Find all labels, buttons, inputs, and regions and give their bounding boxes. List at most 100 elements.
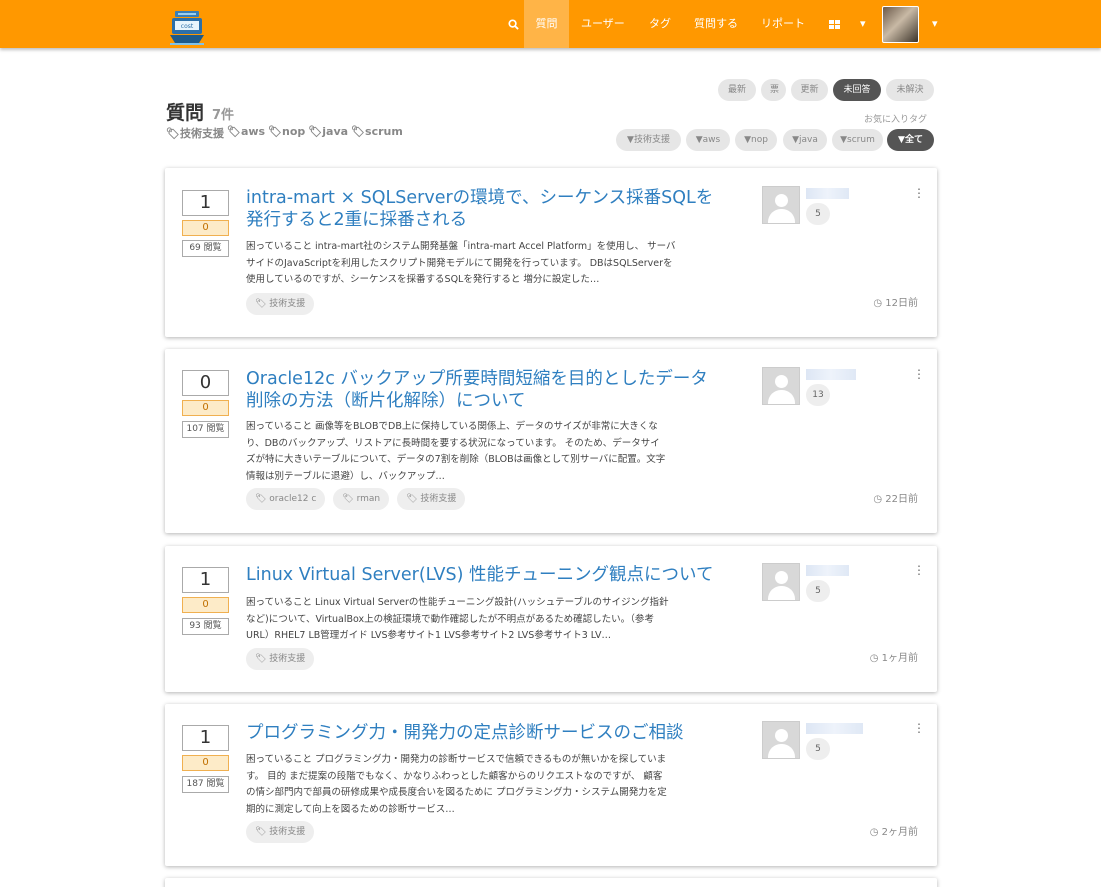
clock-icon: ◷ [869,827,882,838]
user-name-redacted[interactable] [806,723,863,734]
fav-tag[interactable]: 🏷技術支援 [166,125,224,141]
filter-icon: ▼ [744,135,751,145]
filter-icon: ▼ [898,135,905,145]
vote-count: 1 [182,190,229,216]
top-navbar: cost 質問 ユーザー タグ 質問する リポート ▾ ▾ [0,0,1101,48]
tag-chip[interactable]: 🏷 技術支援 [246,648,315,670]
filter-icon: ▼ [695,135,703,145]
clock-icon: ◷ [869,653,882,664]
favorite-tags: 🏷技術支援 🏷aws 🏷nop 🏷java 🏷scrum [166,125,403,141]
answer-count: 0 [182,220,229,236]
user-avatar[interactable] [882,6,919,43]
tag-icon: 🏷 [351,125,366,138]
posted-time: ◷ 1ヶ月前 [869,653,918,664]
tag-icon: 🏷 [255,827,270,837]
question-card: 1 0 187 閲覧 プログラミング力・開発力の定点診断サービスのご相談 困って… [165,704,937,866]
sort-votes[interactable]: 票 [761,79,786,101]
filter-icon: ▼ [840,135,848,145]
more-vertical-icon[interactable]: ⋮ [913,722,925,734]
nav-tags[interactable]: タグ [638,0,682,48]
tag-chip[interactable]: 🏷 技術支援 [246,293,315,315]
filter-pill[interactable]: ▼java [783,129,827,151]
user-placeholder-icon[interactable] [762,186,800,224]
user-reputation: 5 [806,203,830,225]
filter-pill-all[interactable]: ▼全て [887,129,934,151]
boat-logo-icon[interactable]: cost [168,9,206,45]
posted-time: ◷ 2ヶ月前 [869,827,918,838]
filter-pill[interactable]: ▼技術支援 [616,129,681,151]
question-title[interactable]: Oracle12c バックアップ所要時間短縮を目的としたデータ 削除の方法（断片… [246,368,746,412]
tag-icon: 🏷 [255,654,270,664]
question-excerpt: 困っていること プログラミング力・開発力の診断サービスで信頼できるものが無いかを… [246,754,667,815]
filter-icon: ▼ [792,135,800,145]
answer-count: 0 [182,597,229,613]
tag-icon: 🏷 [342,494,357,504]
nav-users[interactable]: ユーザー [570,0,636,48]
fav-tag[interactable]: 🏷scrum [351,125,403,141]
more-vertical-icon[interactable]: ⋮ [913,368,925,380]
user-reputation: 5 [806,738,830,760]
answer-count: 0 [182,755,229,771]
tag-list: 🏷 技術支援 [246,821,315,843]
sort-newest[interactable]: 最新 [718,79,756,101]
question-card: 1 0 93 閲覧 Linux Virtual Server(LVS) 性能チュ… [165,546,937,692]
view-count: 93 閲覧 [182,618,229,635]
page-title: 質問 [166,102,205,124]
nav-ask-question[interactable]: 質問する [683,0,749,48]
chevron-down-icon[interactable]: ▾ [921,0,943,48]
tag-list: 🏷 oracle12 c 🏷 rman 🏷 技術支援 [246,488,466,510]
tag-list: 🏷 技術支援 [246,293,315,315]
question-title[interactable]: Linux Virtual Server(LVS) 性能チューニング観点について [246,564,746,586]
svg-text:cost: cost [181,23,194,30]
chevron-down-icon[interactable]: ▾ [849,0,875,48]
tag-icon: 🏷 [268,125,283,138]
grid-icon[interactable] [818,0,848,48]
filter-pill[interactable]: ▼scrum [832,129,883,151]
question-excerpt: 困っていること intra-mart社のシステム開発基盤「intra-mart … [246,241,676,285]
clock-icon: ◷ [873,494,886,505]
question-count: 7件 [212,108,235,123]
sort-updated[interactable]: 更新 [791,79,828,101]
nav-report[interactable]: リポート [750,0,816,48]
filter-pill[interactable]: ▼nop [735,129,777,151]
more-vertical-icon[interactable]: ⋮ [913,187,925,199]
posted-time: ◷ 12日前 [873,298,918,309]
question-title[interactable]: intra-mart × SQLServerの環境で、シーケンス採番SQLを 発… [246,187,746,231]
user-reputation: 13 [806,384,830,406]
tag-chip[interactable]: 🏷 rman [333,488,390,510]
nav-questions[interactable]: 質問 [524,0,569,48]
user-name-redacted[interactable] [806,369,856,380]
fav-tag[interactable]: 🏷nop [268,125,305,141]
user-placeholder-icon[interactable] [762,563,800,601]
tag-chip[interactable]: 🏷 技術支援 [246,821,315,843]
question-card: 1 0 69 閲覧 intra-mart × SQLServerの環境で、シーケ… [165,168,937,337]
question-title[interactable]: プログラミング力・開発力の定点診断サービスのご相談 [246,722,746,744]
vote-count: 0 [182,370,229,396]
user-placeholder-icon[interactable] [762,721,800,759]
tag-chip[interactable]: 🏷 技術支援 [397,488,466,510]
tag-icon: 🏷 [255,494,270,504]
tag-icon: 🏷 [255,299,270,309]
search-icon[interactable] [497,0,523,48]
tag-icon: 🏷 [308,125,323,138]
tag-icon: 🏷 [226,125,241,138]
favorite-tags-label: お気に入りタグ [864,115,928,125]
question-card [165,878,937,887]
view-count: 187 閲覧 [182,776,229,793]
user-name-redacted[interactable] [806,188,849,199]
question-excerpt: 困っていること 画像等をBLOBでDB上に保持している関係上、データのサイズが非… [246,421,666,482]
posted-time: ◷ 22日前 [873,494,918,505]
fav-tag[interactable]: 🏷aws [227,125,265,141]
fav-tag[interactable]: 🏷java [308,125,348,141]
question-card: 0 0 107 閲覧 Oracle12c バックアップ所要時間短縮を目的としたデ… [165,349,937,533]
sort-unresolved[interactable]: 未解決 [886,79,934,101]
tag-chip[interactable]: 🏷 oracle12 c [246,488,326,510]
more-vertical-icon[interactable]: ⋮ [913,564,925,576]
filter-pill[interactable]: ▼aws [686,129,730,151]
user-reputation: 5 [806,580,830,602]
user-placeholder-icon[interactable] [762,367,800,405]
tag-list: 🏷 技術支援 [246,648,315,670]
user-name-redacted[interactable] [806,565,849,576]
vote-count: 1 [182,725,229,751]
sort-unanswered[interactable]: 未回答 [833,79,881,101]
